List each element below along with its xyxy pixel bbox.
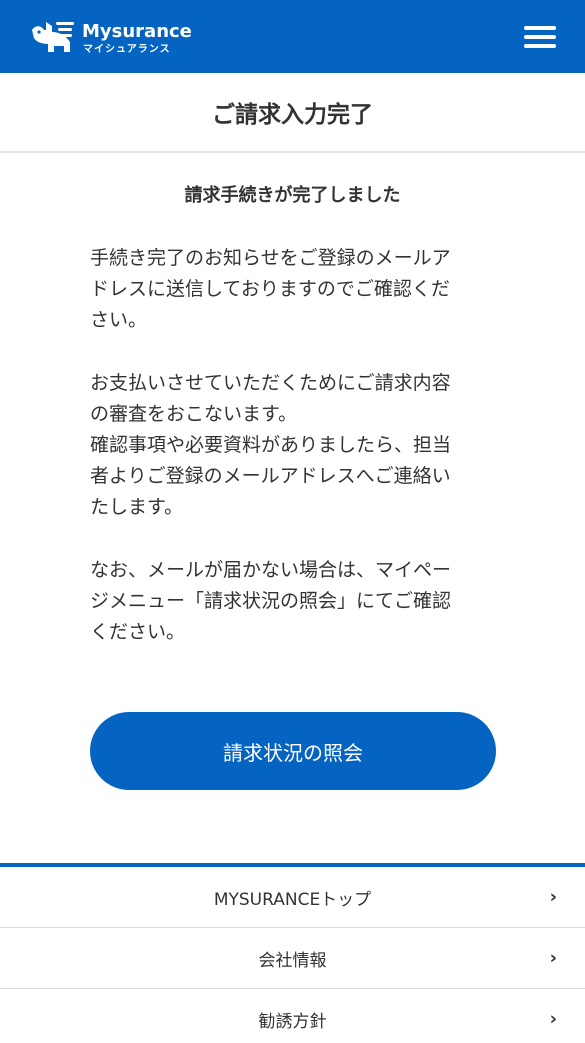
logo-text: Mysurance — [82, 21, 192, 42]
menu-line — [524, 35, 556, 39]
mysurance-logo[interactable]: Mysurance マイシュアランス — [30, 18, 192, 58]
footer-link-company-info[interactable]: 会社情報 › — [0, 928, 585, 989]
notice-paragraph-no-email: なお、メールが届かない場合は、マイペー ジメニュー「請求状況の照会」にてご確認 … — [90, 559, 452, 643]
menu-line — [524, 26, 556, 30]
claim-status-inquiry-button[interactable]: 請求状況の照会 — [90, 712, 496, 790]
chevron-right-icon: › — [549, 1008, 557, 1030]
footer-nav: MYSURANCEトップ › 会社情報 › 勧誘方針 › — [0, 863, 585, 1043]
app-header: Mysurance マイシュアランス — [0, 0, 585, 73]
page-title: ご請求入力完了 — [0, 73, 585, 153]
logo-mark-icon — [32, 22, 74, 52]
hamburger-menu-icon[interactable] — [520, 22, 560, 52]
footer-link-label: 勧誘方針 — [258, 1011, 327, 1032]
menu-line — [524, 44, 556, 48]
notice-paragraph-review: お支払いさせていただくためにご請求内容 の審査をおこないます。 確認事項や必要資… — [90, 372, 452, 518]
footer-link-label: 会社情報 — [258, 950, 327, 971]
footer-link-label: MYSURANCEトップ — [213, 889, 372, 910]
footer-link-solicitation-policy[interactable]: 勧誘方針 › — [0, 989, 585, 1043]
chevron-right-icon: › — [549, 947, 557, 969]
notice-paragraph-email: 手続き完了のお知らせをご登録のメールア ドレスに送信しておりますのでご確認くだ … — [90, 247, 451, 331]
logo-subtext: マイシュアランス — [83, 44, 171, 55]
footer-link-mysurance-top[interactable]: MYSURANCEトップ › — [0, 867, 585, 928]
completion-heading: 請求手続きが完了しました — [184, 185, 401, 206]
chevron-right-icon: › — [549, 886, 557, 908]
